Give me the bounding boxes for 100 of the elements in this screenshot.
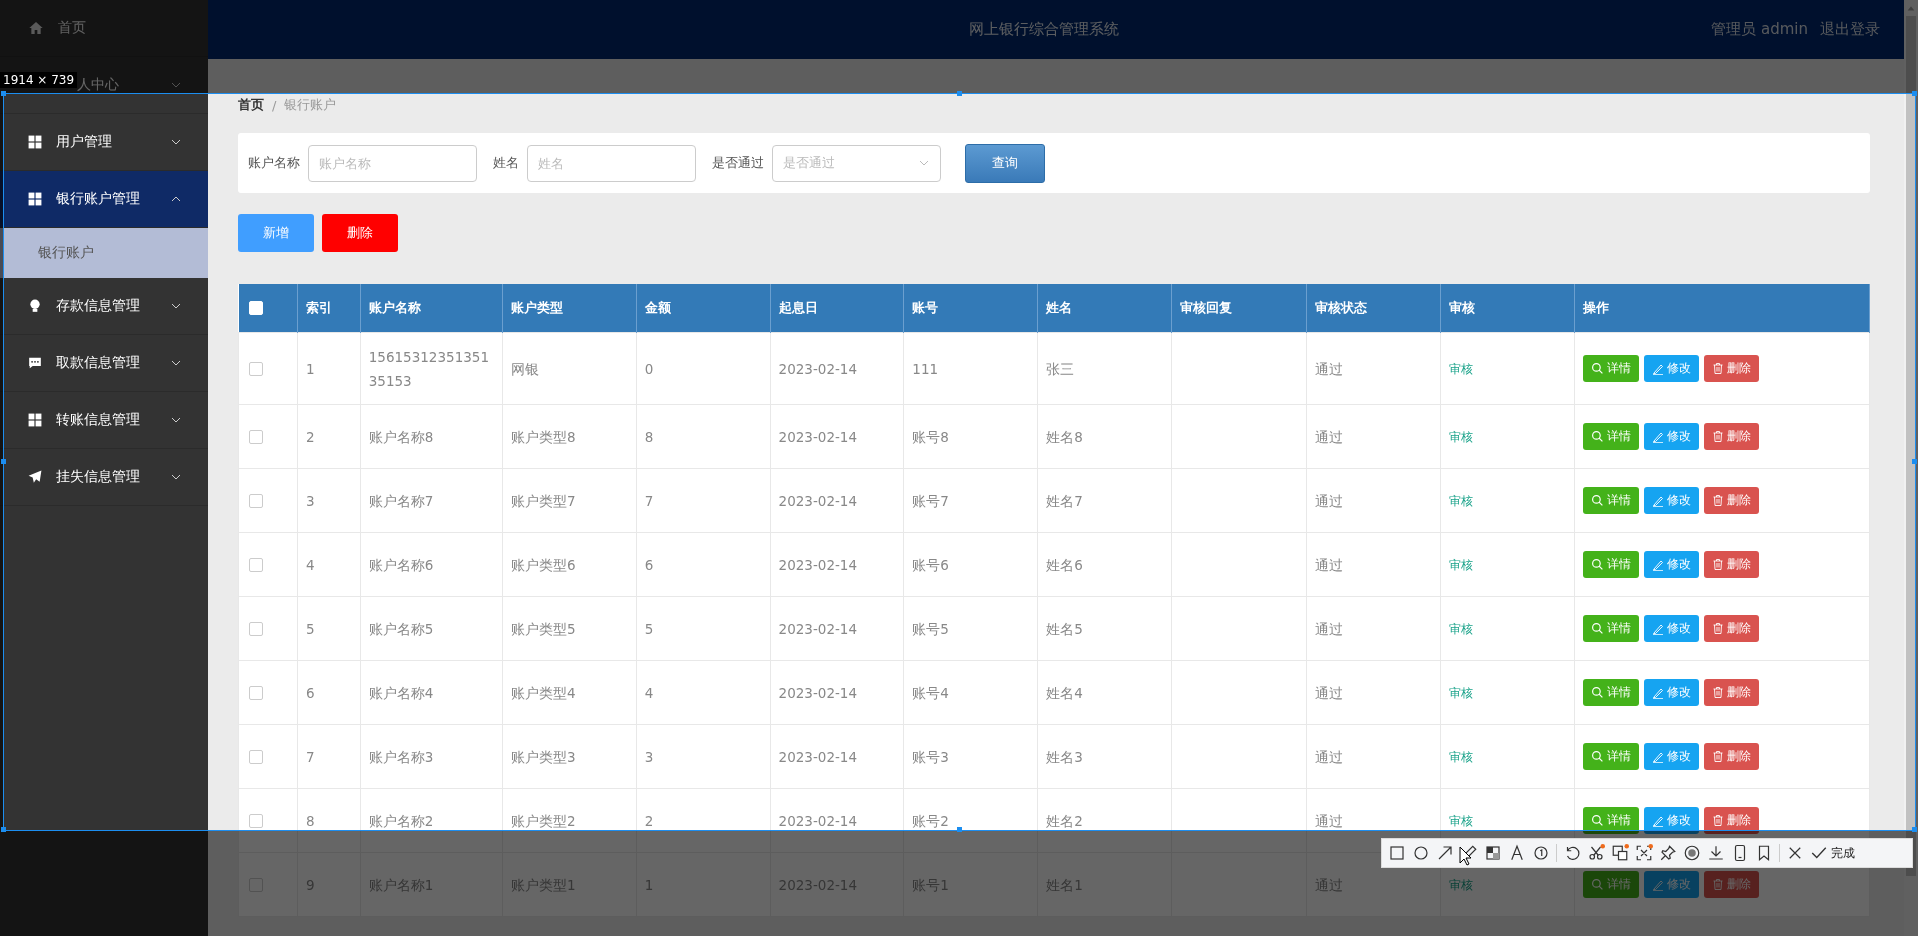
add-button[interactable]: 新增 xyxy=(238,214,314,252)
audit-link[interactable]: 审核 xyxy=(1448,686,1473,700)
input-field[interactable]: 账户名称 xyxy=(308,144,477,182)
select-all-checkbox[interactable] xyxy=(248,301,263,315)
delete-button[interactable]: 删除 xyxy=(1703,551,1759,578)
edit-button[interactable]: 修改 xyxy=(1643,615,1699,642)
edit-button[interactable]: 修改 xyxy=(1643,743,1699,770)
pencil-icon xyxy=(1651,430,1664,443)
breadcrumb-separator: / xyxy=(272,97,277,113)
sidebar-subitem[interactable]: 银行账户 xyxy=(0,228,208,278)
table-cell: 7 xyxy=(297,724,361,789)
field-label: 是否通过 xyxy=(712,154,764,172)
audit-link[interactable]: 审核 xyxy=(1448,362,1473,376)
resize-handle[interactable] xyxy=(1,91,6,96)
search-icon xyxy=(1590,362,1604,375)
audit-link[interactable]: 审核 xyxy=(1448,430,1473,444)
audit-link[interactable]: 审核 xyxy=(1448,622,1473,636)
detail-button[interactable]: 详情 xyxy=(1582,807,1639,834)
selection-frame[interactable] xyxy=(3,93,1916,831)
table-cell: 姓名4 xyxy=(1037,660,1172,725)
breadcrumb-item: 银行账户 xyxy=(284,96,337,114)
sidebar-item[interactable]: 银行账户管理 xyxy=(0,171,208,228)
row-checkbox[interactable] xyxy=(249,557,263,572)
scissors-icon[interactable] xyxy=(1587,844,1605,862)
delete-button[interactable]: 删除 xyxy=(1703,743,1759,770)
row-checkbox[interactable] xyxy=(249,813,263,828)
record-icon[interactable] xyxy=(1683,844,1701,862)
pencil-icon xyxy=(1651,622,1664,635)
edit-button[interactable]: 修改 xyxy=(1643,807,1699,834)
table-cell: 111 xyxy=(903,332,1038,405)
breadcrumb-item[interactable]: 首页 xyxy=(238,96,264,114)
row-checkbox[interactable] xyxy=(249,749,263,764)
table-cell: 账户类型6 xyxy=(502,532,637,597)
detail-button[interactable]: 详情 xyxy=(1582,487,1639,514)
row-checkbox[interactable] xyxy=(249,685,263,700)
detail-button[interactable]: 详情 xyxy=(1582,871,1639,898)
row-checkbox[interactable] xyxy=(249,493,263,508)
detail-button[interactable]: 详情 xyxy=(1582,743,1639,770)
audit-link[interactable]: 审核 xyxy=(1448,494,1473,508)
select-field[interactable]: 是否通过 xyxy=(772,144,941,182)
resize-handle[interactable] xyxy=(1,827,6,832)
edit-button[interactable]: 修改 xyxy=(1643,551,1699,578)
input-field[interactable]: 姓名 xyxy=(527,144,696,182)
table-cell: 姓名6 xyxy=(1037,532,1172,597)
arrow-icon[interactable] xyxy=(1436,844,1454,862)
delete-button[interactable]: 删除 xyxy=(1703,807,1759,834)
resize-handle[interactable] xyxy=(1912,827,1917,832)
audit-link[interactable]: 审核 xyxy=(1448,814,1473,828)
table-cell: 账户名称2 xyxy=(360,788,503,853)
mosaic-icon[interactable] xyxy=(1484,844,1502,862)
resize-handle[interactable] xyxy=(1912,91,1917,96)
table-cell: 4 xyxy=(636,660,771,725)
row-checkbox[interactable] xyxy=(249,361,263,376)
translate-icon[interactable] xyxy=(1611,844,1629,862)
edit-button[interactable]: 修改 xyxy=(1643,487,1699,514)
rectangle-icon[interactable] xyxy=(1388,844,1406,862)
trash-icon xyxy=(1711,622,1724,635)
audit-link[interactable]: 审核 xyxy=(1448,878,1473,892)
circle-icon[interactable] xyxy=(1412,844,1430,862)
text-tool-icon[interactable] xyxy=(1508,844,1526,862)
download-icon[interactable] xyxy=(1707,844,1725,862)
detail-button[interactable]: 详情 xyxy=(1582,423,1639,450)
detail-button[interactable]: 详情 xyxy=(1582,615,1639,642)
delete-button[interactable]: 删除 xyxy=(1703,423,1759,450)
scan-icon[interactable] xyxy=(1635,844,1653,862)
search-button[interactable]: 查询 xyxy=(965,143,1045,183)
detail-button[interactable]: 详情 xyxy=(1582,355,1639,382)
table-cell: 姓名8 xyxy=(1037,404,1172,469)
trash-icon xyxy=(1711,686,1724,699)
detail-button[interactable]: 详情 xyxy=(1582,679,1639,706)
resize-handle[interactable] xyxy=(957,827,962,832)
scrollbar[interactable] xyxy=(1904,0,1918,936)
column-header: 账户名称 xyxy=(360,284,503,333)
detail-button[interactable]: 详情 xyxy=(1582,551,1639,578)
resize-handle[interactable] xyxy=(1,459,6,464)
delete-button[interactable]: 删除 xyxy=(1703,355,1759,382)
table-cell: 账户类型5 xyxy=(502,596,637,661)
resize-handle[interactable] xyxy=(1912,459,1917,464)
pin-icon[interactable] xyxy=(1659,844,1677,862)
audit-link[interactable]: 审核 xyxy=(1448,558,1473,572)
row-checkbox[interactable] xyxy=(249,621,263,636)
audit-link[interactable]: 审核 xyxy=(1448,750,1473,764)
done-button[interactable]: 完成 xyxy=(1810,844,1855,862)
table-cell: 账户类型3 xyxy=(502,724,637,789)
delete-button[interactable]: 删除 xyxy=(1703,615,1759,642)
edit-button[interactable]: 修改 xyxy=(1643,871,1699,898)
table-cell: 姓名5 xyxy=(1037,596,1172,661)
logout-link[interactable]: 退出登录 xyxy=(1820,20,1880,39)
delete-button[interactable]: 删除 xyxy=(1703,487,1759,514)
edit-button[interactable]: 修改 xyxy=(1643,423,1699,450)
table-cell: 姓名3 xyxy=(1037,724,1172,789)
edit-button[interactable]: 修改 xyxy=(1643,355,1699,382)
delete-button[interactable]: 删除 xyxy=(1703,679,1759,706)
search-icon xyxy=(1590,750,1604,763)
delete-button[interactable]: 删除 xyxy=(322,214,398,252)
table-cell: 3 xyxy=(297,468,361,533)
number-marker-icon[interactable] xyxy=(1532,844,1550,862)
row-checkbox[interactable] xyxy=(249,429,263,444)
resize-handle[interactable] xyxy=(957,91,962,96)
edit-button[interactable]: 修改 xyxy=(1643,679,1699,706)
